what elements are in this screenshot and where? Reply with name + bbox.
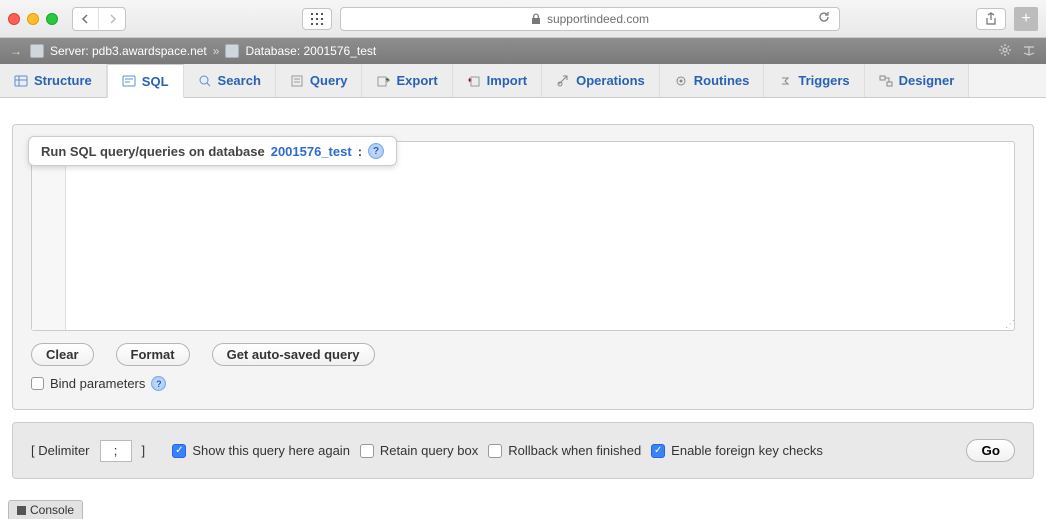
query-options-bar: [ Delimiter ; ] ✓ Show this query here ag…	[12, 422, 1034, 479]
rollback-label: Rollback when finished	[508, 443, 641, 458]
retain-checkbox[interactable]	[360, 444, 374, 458]
delimiter-label-close: ]	[142, 443, 146, 458]
line-gutter: 1	[32, 142, 66, 330]
bind-parameters-checkbox[interactable]	[31, 377, 44, 390]
show-again-label: Show this query here again	[192, 443, 350, 458]
sql-icon	[122, 74, 136, 88]
nav-arrow-icon[interactable]: →	[10, 44, 22, 58]
tab-routines[interactable]: Routines	[660, 64, 765, 97]
fk-checkbox[interactable]: ✓	[651, 444, 665, 458]
forward-button[interactable]	[99, 8, 125, 30]
show-again-checkbox[interactable]: ✓	[172, 444, 186, 458]
panel-toggle-icon[interactable]	[1022, 43, 1036, 60]
database-crumb[interactable]: Database: 2001576_test	[245, 44, 376, 58]
page-content: Run SQL query/queries on database 200157…	[0, 124, 1046, 479]
tab-search[interactable]: Search	[184, 64, 276, 97]
help-icon[interactable]: ?	[368, 143, 384, 159]
console-label: Console	[30, 503, 74, 517]
minimize-window-icon[interactable]	[27, 13, 39, 25]
triggers-icon	[778, 74, 792, 88]
console-tab[interactable]: Console	[8, 500, 83, 519]
tab-label: Operations	[576, 73, 645, 88]
query-icon	[290, 74, 304, 88]
tab-label: Search	[218, 73, 261, 88]
reload-icon[interactable]	[817, 10, 831, 27]
sql-editor[interactable]: 1 ALTER TABLE orders ROW_FORMAT=COMPRESS…	[31, 141, 1015, 331]
operations-icon	[556, 74, 570, 88]
main-tabs: Structure SQL Search Query Export Import…	[0, 64, 1046, 98]
rollback-checkbox[interactable]	[488, 444, 502, 458]
crumb-separator: »	[213, 44, 220, 58]
sql-panel: 1 ALTER TABLE orders ROW_FORMAT=COMPRESS…	[12, 124, 1034, 410]
lock-icon	[531, 13, 541, 25]
format-button[interactable]: Format	[116, 343, 190, 366]
tab-structure[interactable]: Structure	[0, 64, 107, 97]
tab-label: Structure	[34, 73, 92, 88]
tab-designer[interactable]: Designer	[865, 64, 970, 97]
editor-buttons: Clear Format Get auto-saved query	[31, 343, 1015, 366]
console-icon	[17, 506, 26, 515]
breadcrumb: → Server: pdb3.awardspace.net » Database…	[0, 38, 1046, 64]
new-tab-button[interactable]: +	[1014, 7, 1038, 31]
tab-label: Routines	[694, 73, 750, 88]
nav-buttons	[72, 7, 126, 31]
search-icon	[198, 74, 212, 88]
close-window-icon[interactable]	[8, 13, 20, 25]
fk-label: Enable foreign key checks	[671, 443, 823, 458]
tab-label: Export	[396, 73, 437, 88]
help-icon[interactable]: ?	[151, 376, 166, 391]
tab-operations[interactable]: Operations	[542, 64, 660, 97]
designer-icon	[879, 74, 893, 88]
code-area[interactable]: ALTER TABLE orders ROW_FORMAT=COMPRESSED…	[66, 142, 1014, 330]
top-sites-button[interactable]	[302, 8, 332, 30]
server-icon	[30, 44, 44, 58]
zoom-window-icon[interactable]	[46, 13, 58, 25]
tab-export[interactable]: Export	[362, 64, 452, 97]
export-icon	[376, 74, 390, 88]
routines-icon	[674, 74, 688, 88]
database-icon	[225, 44, 239, 58]
tab-label: SQL	[142, 74, 169, 89]
url-text: supportindeed.com	[547, 12, 649, 26]
tab-label: Query	[310, 73, 348, 88]
tab-label: Import	[487, 73, 527, 88]
tab-sql[interactable]: SQL	[107, 64, 184, 98]
pill-prefix: Run SQL query/queries on database	[41, 144, 265, 159]
back-button[interactable]	[73, 8, 99, 30]
address-bar[interactable]: supportindeed.com	[340, 7, 840, 31]
retain-label: Retain query box	[380, 443, 478, 458]
go-button[interactable]: Go	[966, 439, 1015, 462]
import-icon	[467, 74, 481, 88]
get-autosaved-button[interactable]: Get auto-saved query	[212, 343, 375, 366]
share-button[interactable]	[976, 8, 1006, 30]
query-title-pill: Run SQL query/queries on database 200157…	[28, 136, 397, 166]
resize-handle-icon[interactable]: ⋰	[1005, 321, 1013, 329]
delimiter-label-open: [ Delimiter	[31, 443, 90, 458]
tab-import[interactable]: Import	[453, 64, 542, 97]
bind-parameters-label: Bind parameters	[50, 376, 145, 391]
pill-suffix: :	[358, 144, 362, 159]
tab-label: Designer	[899, 73, 955, 88]
server-crumb[interactable]: Server: pdb3.awardspace.net	[50, 44, 207, 58]
settings-gear-icon[interactable]	[998, 43, 1012, 60]
tab-query[interactable]: Query	[276, 64, 363, 97]
clear-button[interactable]: Clear	[31, 343, 94, 366]
pill-dbname[interactable]: 2001576_test	[271, 144, 352, 159]
browser-toolbar: supportindeed.com +	[0, 0, 1046, 38]
tab-triggers[interactable]: Triggers	[764, 64, 864, 97]
structure-icon	[14, 74, 28, 88]
delimiter-input[interactable]: ;	[100, 440, 132, 462]
bind-parameters-row: Bind parameters ?	[31, 376, 1015, 391]
tab-label: Triggers	[798, 73, 849, 88]
window-controls	[8, 13, 58, 25]
